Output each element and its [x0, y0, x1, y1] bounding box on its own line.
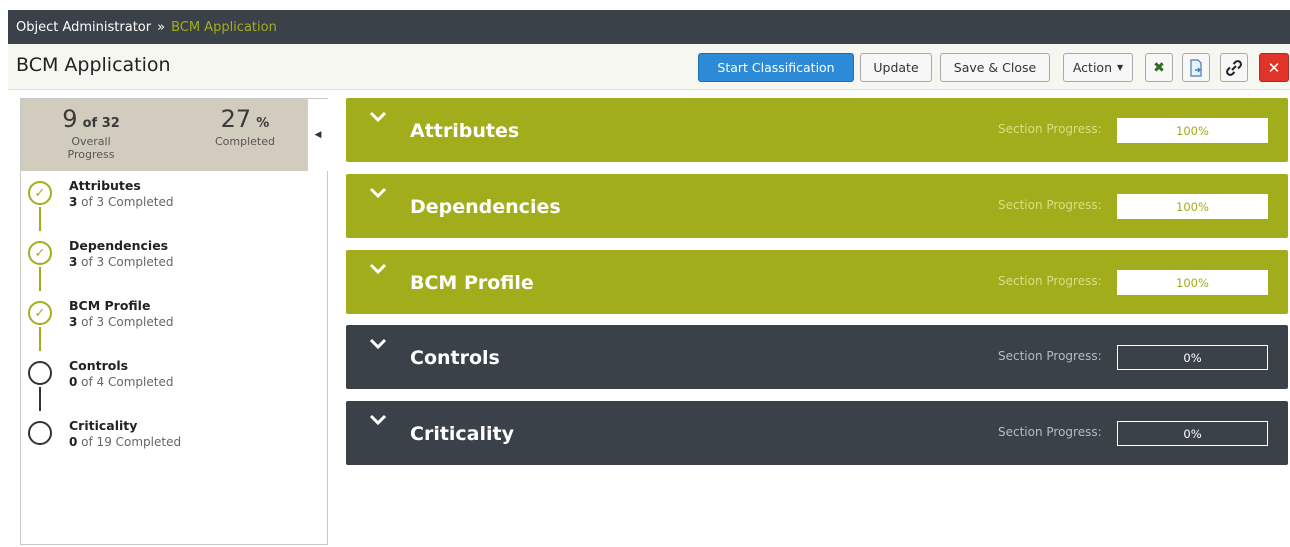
collapse-panel-button[interactable]: ◀	[307, 99, 328, 171]
update-button[interactable]: Update	[860, 53, 932, 82]
section-progress-label: Section Progress:	[998, 349, 1102, 363]
excel-icon: ✖	[1153, 59, 1165, 76]
close-icon: ✕	[1267, 58, 1281, 77]
save-close-button[interactable]: Save & Close	[940, 53, 1050, 82]
step-connector	[39, 387, 41, 411]
section-title: Attributes	[410, 120, 520, 142]
section-title: Criticality	[410, 423, 514, 445]
breadcrumb-current: BCM Application	[171, 20, 277, 35]
chevron-down-icon	[369, 187, 387, 199]
breadcrumb-separator: »	[157, 20, 166, 35]
overall-progress-stat: 9 of 32 Overall Progress	[49, 105, 133, 161]
section-progress-text: 100%	[1176, 275, 1209, 290]
step-attributes[interactable]: ✓ Attributes 3 of 3 Completed	[21, 173, 327, 233]
step-progress: 3 of 3 Completed	[69, 195, 174, 209]
step-criticality[interactable]: Criticality 0 of 19 Completed	[21, 413, 327, 473]
section-progress-bar: 0%	[1117, 421, 1268, 446]
empty-circle-icon	[28, 421, 52, 445]
step-connector	[39, 207, 41, 231]
export-document-icon	[1190, 58, 1202, 77]
section-controls[interactable]: Controls Section Progress: 0%	[346, 325, 1288, 389]
step-dependencies[interactable]: ✓ Dependencies 3 of 3 Completed	[21, 233, 327, 293]
step-name: BCM Profile	[69, 298, 151, 313]
section-progress-text: 100%	[1176, 123, 1209, 138]
section-progress-text: 0%	[1183, 426, 1202, 441]
step-progress: 0 of 19 Completed	[69, 435, 182, 449]
breadcrumb: Object Administrator » BCM Application	[16, 20, 277, 35]
empty-circle-icon	[28, 361, 52, 385]
close-button[interactable]: ✕	[1259, 53, 1289, 82]
link-icon	[1226, 59, 1242, 76]
section-title: Controls	[410, 347, 500, 369]
top-breadcrumb-bar: Object Administrator » BCM Application	[8, 10, 1290, 44]
step-name: Controls	[69, 358, 129, 373]
total-count: of 32	[82, 116, 120, 131]
section-progress-bar: 100%	[1117, 270, 1268, 295]
link-button[interactable]	[1220, 53, 1248, 82]
caret-down-icon: ▼	[1117, 63, 1124, 72]
step-controls[interactable]: Controls 0 of 4 Completed	[21, 353, 327, 413]
step-connector	[39, 267, 41, 291]
section-criticality[interactable]: Criticality Section Progress: 0%	[346, 401, 1288, 465]
section-progress-bar: 100%	[1117, 194, 1268, 219]
chevron-down-icon	[369, 414, 387, 426]
section-progress-bar: 100%	[1117, 118, 1268, 143]
section-progress-label: Section Progress:	[998, 122, 1102, 136]
step-progress: 0 of 4 Completed	[69, 375, 174, 389]
step-name: Dependencies	[69, 238, 169, 253]
step-bcm-profile[interactable]: ✓ BCM Profile 3 of 3 Completed	[21, 293, 327, 353]
step-progress: 3 of 3 Completed	[69, 255, 174, 269]
step-progress: 3 of 3 Completed	[69, 315, 174, 329]
start-classification-button[interactable]: Start Classification	[698, 53, 854, 82]
section-progress-label: Section Progress:	[998, 198, 1102, 212]
excel-export-button[interactable]: ✖	[1145, 53, 1173, 82]
caret-left-icon: ◀	[314, 130, 322, 140]
section-dependencies[interactable]: Dependencies Section Progress: 100%	[346, 174, 1288, 238]
chevron-down-icon	[369, 263, 387, 275]
section-title: Dependencies	[410, 196, 561, 218]
breadcrumb-root-link[interactable]: Object Administrator	[16, 20, 151, 35]
section-progress-label: Section Progress:	[998, 425, 1102, 439]
percent-completed-stat: 27 % Completed	[203, 105, 287, 148]
percent-sign: %	[256, 116, 270, 131]
step-name: Attributes	[69, 178, 141, 193]
check-circle-icon: ✓	[28, 181, 52, 205]
completed-label: Completed	[215, 135, 275, 148]
section-attributes[interactable]: Attributes Section Progress: 100%	[346, 98, 1288, 162]
progress-panel: 9 of 32 Overall Progress 27 % Completed …	[20, 98, 328, 545]
percent-value: 27	[220, 105, 252, 133]
section-progress-text: 100%	[1176, 199, 1209, 214]
check-circle-icon: ✓	[28, 301, 52, 325]
action-label: Action	[1072, 60, 1112, 75]
title-toolbar: BCM Application Start Classification Upd…	[8, 44, 1290, 90]
check-circle-icon: ✓	[28, 241, 52, 265]
completed-count: 9	[62, 105, 78, 133]
step-name: Criticality	[69, 418, 138, 433]
section-progress-label: Section Progress:	[998, 274, 1102, 288]
step-connector	[39, 327, 41, 351]
page-title: BCM Application	[16, 54, 171, 76]
overall-progress-summary: 9 of 32 Overall Progress 27 % Completed	[21, 99, 307, 171]
action-dropdown-button[interactable]: Action ▼	[1063, 53, 1133, 82]
export-document-button[interactable]	[1182, 53, 1210, 82]
section-title: BCM Profile	[410, 272, 534, 294]
section-progress-text: 0%	[1183, 350, 1202, 365]
overall-progress-label: Overall Progress	[67, 135, 115, 161]
section-bcm-profile[interactable]: BCM Profile Section Progress: 100%	[346, 250, 1288, 314]
section-progress-bar: 0%	[1117, 345, 1268, 370]
chevron-down-icon	[369, 111, 387, 123]
chevron-down-icon	[369, 338, 387, 350]
